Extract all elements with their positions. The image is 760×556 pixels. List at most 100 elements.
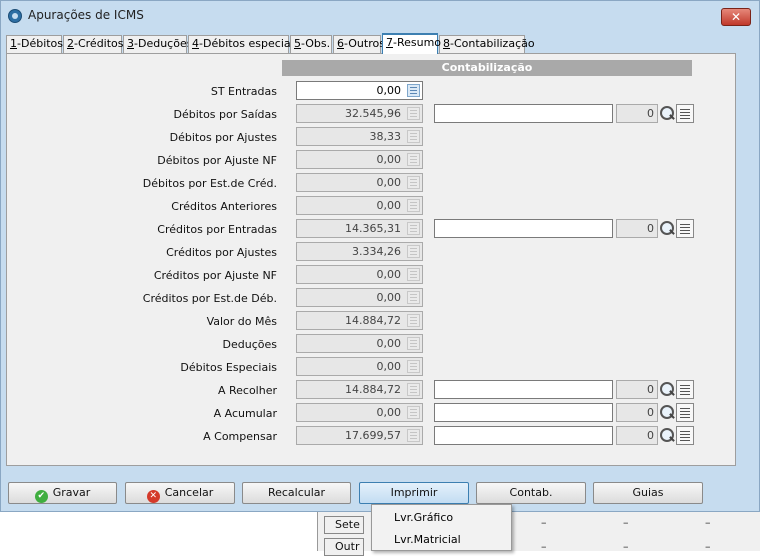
list-icon[interactable] — [676, 380, 694, 399]
creditos-anteriores-label: Créditos Anteriores — [171, 200, 277, 213]
debitos-ajustes-label: Débitos por Ajustes — [169, 131, 277, 144]
valor-mes-field: 14.884,72 — [296, 311, 423, 330]
tab-resumo[interactable]: 7-Resumo — [382, 33, 441, 54]
background-dash: – — [705, 540, 711, 553]
calculator-icon — [407, 429, 420, 442]
imprimir-button[interactable]: Imprimir — [359, 482, 469, 504]
main-window: Apurações de ICMS ✕ 1-Débitos 2-Créditos… — [0, 0, 760, 512]
calculator-icon — [407, 268, 420, 281]
menu-item-lvr-matricial[interactable]: Lvr.Matricial — [394, 533, 461, 546]
calculator-icon — [407, 337, 420, 350]
creditos-entradas-label: Créditos por Entradas — [157, 223, 277, 236]
background-button-1[interactable]: Sete — [324, 516, 364, 534]
tab-debitos-especiais[interactable]: 4-Débitos especiais — [188, 35, 299, 53]
recalcular-button[interactable]: Recalcular — [242, 482, 351, 504]
check-icon: ✔ — [34, 490, 48, 503]
creditos-anteriores-field: 0,00 — [296, 196, 423, 215]
calculator-icon — [407, 222, 420, 235]
creditos-entradas-account-input[interactable] — [434, 219, 613, 238]
a-recolher-account-input[interactable] — [434, 380, 613, 399]
list-icon[interactable] — [676, 104, 694, 123]
background-dash: – — [623, 540, 629, 553]
tab-contabilizacao[interactable]: 8-Contabilização — [439, 35, 535, 53]
debitos-especiais-label: Débitos Especiais — [180, 361, 277, 374]
tab-debitos[interactable]: 1-Débitos — [6, 35, 63, 53]
background-dash: – — [623, 516, 629, 529]
title-bar: Apurações de ICMS ✕ — [1, 1, 759, 31]
tab-bar: 1-Débitos 2-Créditos 3-Deduções 4-Débito… — [6, 33, 741, 54]
list-icon[interactable] — [676, 426, 694, 445]
calculator-icon[interactable] — [407, 84, 420, 97]
search-icon[interactable] — [658, 104, 676, 123]
a-compensar-label: A Compensar — [203, 430, 277, 443]
debitos-est-cred-field: 0,00 — [296, 173, 423, 192]
calculator-icon — [407, 107, 420, 120]
debitos-saidas-code: 0 — [616, 104, 658, 123]
background-dash: – — [705, 516, 711, 529]
background-panel — [0, 512, 318, 551]
debitos-ajuste-nf-label: Débitos por Ajuste NF — [157, 154, 277, 167]
a-recolher-label: A Recolher — [217, 384, 277, 397]
calculator-icon — [407, 245, 420, 258]
debitos-saidas-label: Débitos por Saídas — [173, 108, 277, 121]
calculator-icon — [407, 291, 420, 304]
st-entradas-label: ST Entradas — [210, 85, 277, 98]
creditos-entradas-code: 0 — [616, 219, 658, 238]
cancel-icon: ✕ — [146, 490, 160, 503]
calculator-icon — [407, 383, 420, 396]
background-dash: – — [541, 540, 547, 553]
calculator-icon — [407, 199, 420, 212]
a-compensar-field: 17.699,57 — [296, 426, 423, 445]
search-icon[interactable] — [658, 219, 676, 238]
tab-deducoes[interactable]: 3-Deduções — [123, 35, 192, 53]
list-icon[interactable] — [676, 403, 694, 422]
a-recolher-field: 14.884,72 — [296, 380, 423, 399]
search-icon[interactable] — [658, 426, 676, 445]
creditos-est-deb-label: Créditos por Est.de Déb. — [142, 292, 277, 305]
debitos-saidas-field: 32.545,96 — [296, 104, 423, 123]
deducoes-field: 0,00 — [296, 334, 423, 353]
close-icon: ✕ — [730, 10, 742, 24]
debitos-saidas-account-input[interactable] — [434, 104, 613, 123]
search-icon[interactable] — [658, 403, 676, 422]
contab-button[interactable]: Contab. — [476, 482, 586, 504]
list-icon[interactable] — [676, 219, 694, 238]
a-compensar-account-input[interactable] — [434, 426, 613, 445]
valor-mes-label: Valor do Mês — [206, 315, 277, 328]
window-title: Apurações de ICMS — [28, 8, 144, 22]
print-menu: Lvr.Gráfico Lvr.Matricial — [371, 504, 512, 551]
debitos-ajuste-nf-field: 0,00 — [296, 150, 423, 169]
contabilizacao-header: Contabilização — [282, 60, 692, 76]
guias-button[interactable]: Guias — [593, 482, 703, 504]
calculator-icon — [407, 153, 420, 166]
a-acumular-label: A Acumular — [213, 407, 277, 420]
tab-obs[interactable]: 5-Obs. — [290, 35, 332, 53]
background-dash: – — [541, 516, 547, 529]
calculator-icon — [407, 314, 420, 327]
a-acumular-account-input[interactable] — [434, 403, 613, 422]
cancelar-button[interactable]: ✕ Cancelar — [125, 482, 235, 504]
st-entradas-field[interactable]: 0,00 — [296, 81, 423, 100]
deducoes-label: Deduções — [222, 338, 277, 351]
close-button[interactable]: ✕ — [721, 8, 751, 26]
creditos-entradas-field: 14.365,31 — [296, 219, 423, 238]
creditos-ajustes-label: Créditos por Ajustes — [166, 246, 277, 259]
search-icon[interactable] — [658, 380, 676, 399]
debitos-ajustes-field: 38,33 — [296, 127, 423, 146]
app-logo-icon — [8, 9, 22, 23]
menu-item-lvr-grafico[interactable]: Lvr.Gráfico — [394, 511, 453, 524]
tab-outros[interactable]: 6-Outros — [333, 35, 385, 53]
a-compensar-code: 0 — [616, 426, 658, 445]
gravar-button[interactable]: ✔ Gravar — [8, 482, 117, 504]
creditos-est-deb-field: 0,00 — [296, 288, 423, 307]
calculator-icon — [407, 406, 420, 419]
creditos-ajuste-nf-label: Créditos por Ajuste NF — [153, 269, 277, 282]
calculator-icon — [407, 130, 420, 143]
tab-creditos[interactable]: 2-Créditos — [63, 35, 124, 53]
creditos-ajuste-nf-field: 0,00 — [296, 265, 423, 284]
creditos-ajustes-field: 3.334,26 — [296, 242, 423, 261]
background-button-2[interactable]: Outr — [324, 538, 364, 556]
a-recolher-code: 0 — [616, 380, 658, 399]
debitos-est-cred-label: Débitos por Est.de Créd. — [142, 177, 277, 190]
resumo-panel: Contabilização ST Entradas 0,00 Débitos … — [6, 53, 736, 466]
